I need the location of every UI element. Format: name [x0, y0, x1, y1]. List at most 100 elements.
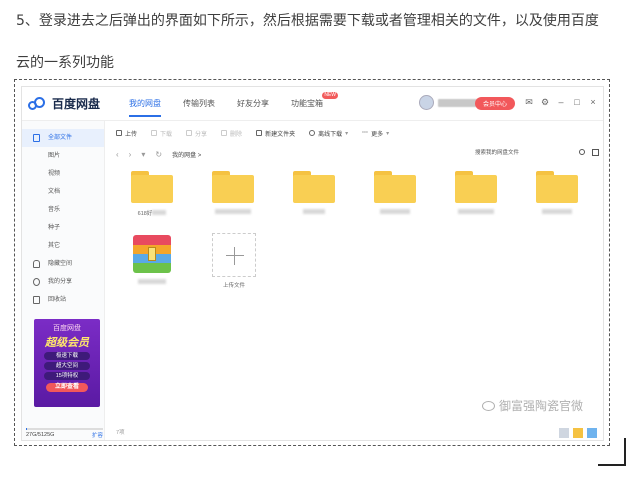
- file-name-text: 618好: [137, 211, 153, 217]
- more-button[interactable]: ··· 更多 ▾: [362, 129, 389, 138]
- article-paragraph-line1: 5、登录进去之后弹出的界面如下所示，然后根据需要下载或者管理相关的文件，以及使用…: [16, 13, 599, 29]
- lock-icon: [33, 260, 40, 268]
- upload-label: 上传: [125, 131, 138, 138]
- dropdown-icon[interactable]: ▾: [141, 150, 145, 159]
- blurred-name: [215, 209, 251, 214]
- sidebar-item-hidden-space[interactable]: 隐藏空间: [22, 255, 104, 273]
- search-icon[interactable]: [579, 149, 585, 155]
- sidebar-item-label: 回收站: [48, 297, 67, 303]
- list-view-icon[interactable]: [587, 428, 597, 438]
- download-icon: [151, 130, 158, 136]
- promo-perk: 15项特权: [44, 372, 90, 380]
- blurred-name: [458, 209, 494, 214]
- avatar[interactable]: [419, 95, 434, 110]
- file-name: 618好: [126, 209, 178, 217]
- blurred-name: [138, 279, 166, 284]
- upload-button[interactable]: 上传: [116, 129, 137, 138]
- folder-icon: [455, 171, 497, 203]
- offline-download-button[interactable]: 离线下载 ▾: [309, 129, 348, 138]
- watermark-text: 御富强陶瓷官微: [498, 399, 583, 413]
- sidebar-item-label: 图片: [48, 153, 61, 159]
- tab-toolbox-label: 功能宝箱: [291, 98, 323, 108]
- sidebar-item-my-share[interactable]: 我的分享: [22, 273, 104, 291]
- tab-transfer-list[interactable]: 传输列表: [172, 87, 226, 121]
- share-button[interactable]: 分享: [186, 129, 207, 138]
- item-count: 7项: [116, 430, 125, 436]
- folder-icon: [374, 171, 416, 203]
- folder-item[interactable]: 618好: [126, 171, 178, 217]
- back-arrow-icon[interactable]: ‹: [116, 150, 119, 159]
- sidebar-item-label: 种子: [48, 225, 61, 231]
- article: 5、登录进去之后弹出的界面如下所示，然后根据需要下载或者管理相关的文件，以及使用…: [0, 0, 640, 493]
- new-folder-label: 新建文件夹: [265, 131, 296, 138]
- folder-item[interactable]: [288, 171, 340, 215]
- share-icon: [33, 278, 40, 286]
- more-label: 更多: [371, 131, 384, 138]
- file-name: [288, 209, 340, 215]
- expand-storage-link[interactable]: 扩容: [92, 431, 103, 439]
- vip-promo-banner[interactable]: 百度网盘 超级会员 极速下载 超大空间 15项特权 立即查看: [34, 319, 100, 407]
- download-label: 下载: [160, 131, 173, 138]
- sidebar-item-label: 视频: [48, 171, 61, 177]
- sidebar-item-recycle-bin[interactable]: 回收站: [22, 291, 104, 309]
- folder-item[interactable]: [531, 171, 583, 215]
- folder-item[interactable]: [450, 171, 502, 215]
- folder-icon: [212, 171, 254, 203]
- sidebar-item-other[interactable]: 其它: [22, 237, 104, 255]
- wechat-icon: [481, 400, 495, 411]
- storage-text: 27G/5125G: [26, 432, 55, 438]
- gear-icon[interactable]: ⚙: [541, 96, 549, 108]
- folder-icon: [536, 171, 578, 203]
- watermark: 御富强陶瓷官微: [481, 397, 583, 414]
- new-badge: NEW: [322, 91, 338, 99]
- new-folder-button[interactable]: 新建文件夹: [256, 129, 295, 138]
- blurred-name: [542, 209, 572, 214]
- sidebar-item-videos[interactable]: 视频: [22, 165, 104, 183]
- archive-item[interactable]: [126, 235, 178, 285]
- folder-item[interactable]: [207, 171, 259, 215]
- minimize-icon[interactable]: –: [557, 96, 565, 108]
- archive-icon: [133, 235, 171, 273]
- vip-center-button[interactable]: 会员中心: [475, 97, 515, 110]
- delete-button[interactable]: 删除: [221, 129, 242, 138]
- promo-headline: 超级会员: [45, 337, 89, 349]
- more-icon: ···: [362, 130, 369, 136]
- search-input[interactable]: 搜索我的网盘文件: [475, 148, 573, 159]
- folder-item[interactable]: [369, 171, 421, 215]
- close-icon[interactable]: ×: [589, 96, 597, 108]
- file-name: [207, 209, 259, 215]
- sidebar-item-music[interactable]: 音乐: [22, 201, 104, 219]
- grid-view-icon[interactable]: [592, 149, 599, 156]
- sidebar-item-torrents[interactable]: 种子: [22, 219, 104, 237]
- new-folder-icon: [256, 130, 263, 136]
- path-bar: ‹ › ▾ ↻ 我的网盘 > 搜索我的网盘文件: [106, 145, 603, 163]
- article-paragraph-line2: 云的一系列功能: [16, 55, 114, 71]
- tab-toolbox[interactable]: 功能宝箱 NEW: [280, 87, 338, 121]
- breadcrumb[interactable]: 我的网盘 >: [172, 150, 201, 159]
- file-name: [531, 209, 583, 215]
- corner-mark: [598, 438, 626, 466]
- folder-view-icon[interactable]: [573, 428, 583, 438]
- grid-view-icon[interactable]: [559, 428, 569, 438]
- view-switcher: [559, 428, 597, 438]
- file-name: [126, 279, 178, 285]
- sidebar-item-documents[interactable]: 文档: [22, 183, 104, 201]
- storage-bar: [26, 428, 103, 430]
- main-nav: 我的网盘 传输列表 好友分享 功能宝箱 NEW: [118, 87, 338, 121]
- sidebar-item-images[interactable]: 图片: [22, 147, 104, 165]
- sidebar-item-all-files[interactable]: 全部文件: [22, 129, 104, 147]
- refresh-icon[interactable]: ↻: [155, 150, 162, 159]
- upload-file-tile[interactable]: 上传文件: [206, 233, 262, 289]
- tab-my-netdisk[interactable]: 我的网盘: [118, 87, 172, 121]
- share-icon: [186, 130, 193, 136]
- toolbar: 上传 下载 分享 删除 新建文件夹 离线下载 ▾ ··· 更多 ▾: [106, 121, 603, 145]
- forward-arrow-icon[interactable]: ›: [129, 150, 132, 159]
- plus-icon: [212, 233, 256, 277]
- mail-icon[interactable]: ✉: [525, 96, 533, 108]
- promo-cta-button[interactable]: 立即查看: [46, 383, 88, 392]
- maximize-icon[interactable]: □: [573, 96, 581, 108]
- offline-download-label: 离线下载: [318, 131, 343, 138]
- file-icon: [33, 134, 40, 142]
- tab-friend-share[interactable]: 好友分享: [226, 87, 280, 121]
- download-button[interactable]: 下载: [151, 129, 172, 138]
